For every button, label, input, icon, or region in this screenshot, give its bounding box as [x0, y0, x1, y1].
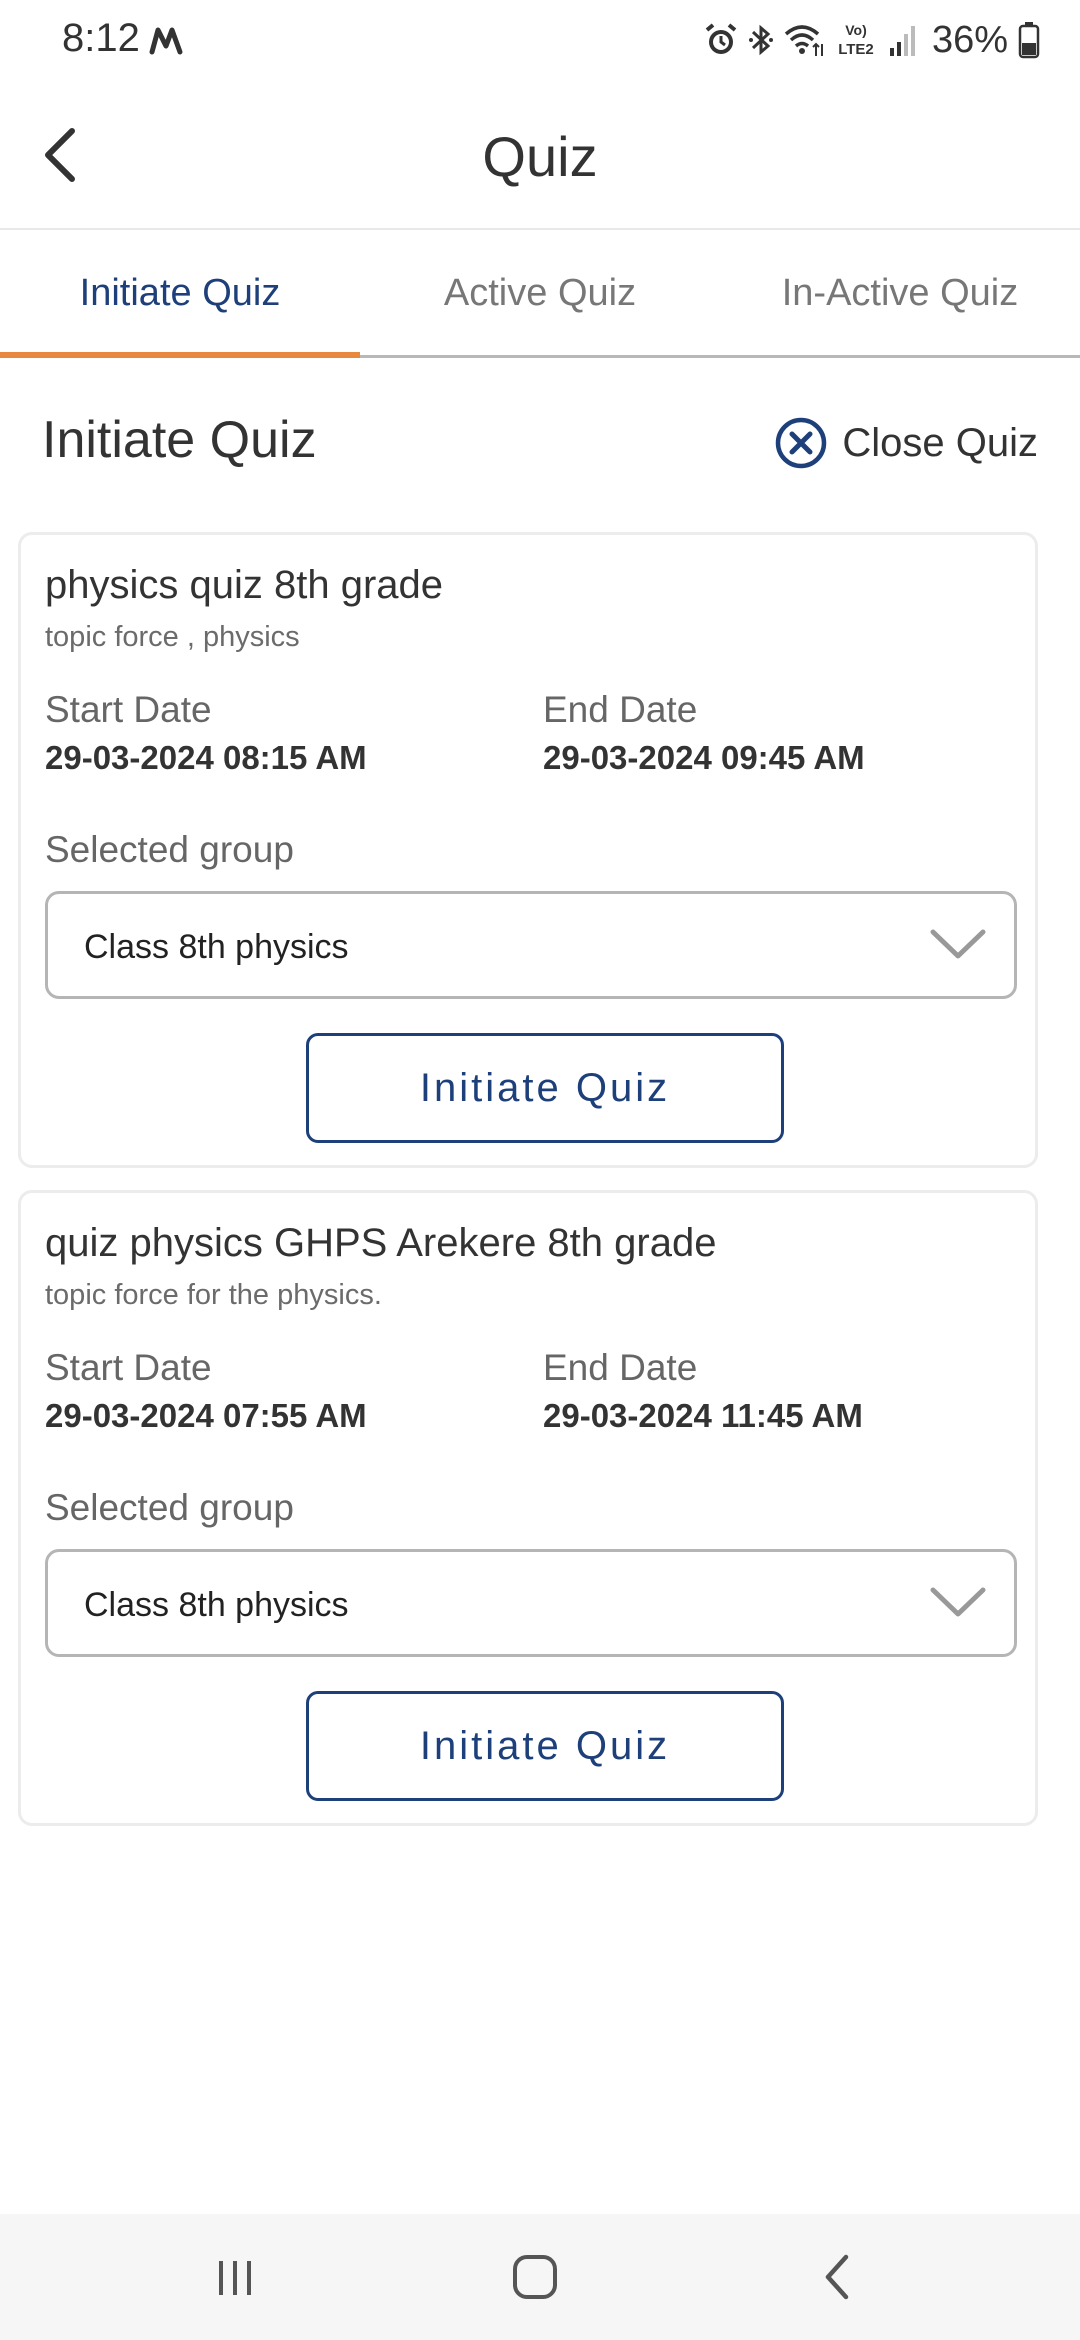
signal-icon — [889, 26, 915, 56]
group-select-value: Class 8th physics — [84, 928, 349, 966]
end-date-label: End Date — [543, 689, 698, 730]
group-select[interactable]: Class 8th physics — [45, 1549, 1017, 1657]
app-header: Quiz — [0, 80, 1080, 230]
alarm-icon — [705, 23, 737, 54]
quiz-card: quiz physics GHPS Arekere 8th grade topi… — [18, 1190, 1038, 1826]
section-title: Initiate Quiz — [42, 411, 317, 469]
lte-text: LTE2 — [838, 41, 874, 58]
group-select-value: Class 8th physics — [84, 1586, 349, 1624]
close-quiz-button[interactable]: Close Quiz — [774, 416, 1038, 470]
section-header: Initiate Quiz Close Quiz — [0, 380, 1080, 500]
initiate-quiz-button[interactable]: Initiate Quiz — [306, 1033, 784, 1143]
end-date-value: 29-03-2024 09:45 AM — [543, 739, 865, 776]
start-date-label: Start Date — [45, 689, 212, 730]
tab-inactive-quiz[interactable]: In-Active Quiz — [720, 232, 1080, 355]
recents-icon[interactable] — [205, 2247, 265, 2307]
initiate-quiz-button[interactable]: Initiate Quiz — [306, 1691, 784, 1801]
start-date-label: Start Date — [45, 1347, 212, 1388]
status-icons: Vo) LTE2 36% — [704, 16, 1040, 64]
quiz-topic: topic force , physics — [45, 621, 300, 653]
quiz-topic: topic force for the physics. — [45, 1279, 382, 1311]
close-circle-icon — [776, 417, 827, 469]
selected-group-label: Selected group — [45, 829, 294, 870]
start-date-value: 29-03-2024 07:55 AM — [45, 1397, 367, 1434]
system-nav-bar — [0, 2214, 1080, 2340]
battery-percent: 36% — [931, 18, 1008, 61]
status-time: 8:12 — [62, 16, 140, 60]
quiz-title: physics quiz 8th grade — [45, 563, 444, 607]
selected-group-label: Selected group — [45, 1487, 294, 1528]
start-date-value: 29-03-2024 08:15 AM — [45, 739, 367, 776]
end-date-label: End Date — [543, 1347, 698, 1388]
volte-lte2-icon: Vo) LTE2 — [838, 22, 874, 58]
bluetooth-icon — [748, 24, 773, 56]
status-bar: 8:12 Vo) LTE2 36% — [0, 0, 1080, 80]
chevron-down-icon — [930, 1587, 986, 1617]
m-logo-icon — [149, 27, 183, 55]
group-select[interactable]: Class 8th physics — [45, 891, 1017, 999]
home-icon[interactable] — [505, 2247, 565, 2307]
tab-initiate-quiz[interactable]: Initiate Quiz — [0, 232, 360, 358]
end-date-value: 29-03-2024 11:45 AM — [543, 1397, 863, 1434]
quiz-card: physics quiz 8th grade topic force , phy… — [18, 532, 1038, 1168]
tab-bar: Initiate Quiz Active Quiz In-Active Quiz — [0, 232, 1080, 358]
battery-icon — [1018, 22, 1040, 59]
chevron-down-icon — [930, 929, 986, 959]
quiz-title: quiz physics GHPS Arekere 8th grade — [45, 1221, 717, 1265]
wifi-icon — [784, 25, 823, 56]
close-quiz-label: Close Quiz — [842, 420, 1038, 465]
page-title: Quiz — [482, 125, 598, 188]
volte-text: Vo) — [845, 22, 867, 38]
back-icon[interactable] — [808, 2247, 868, 2307]
tab-active-quiz[interactable]: Active Quiz — [360, 232, 720, 355]
